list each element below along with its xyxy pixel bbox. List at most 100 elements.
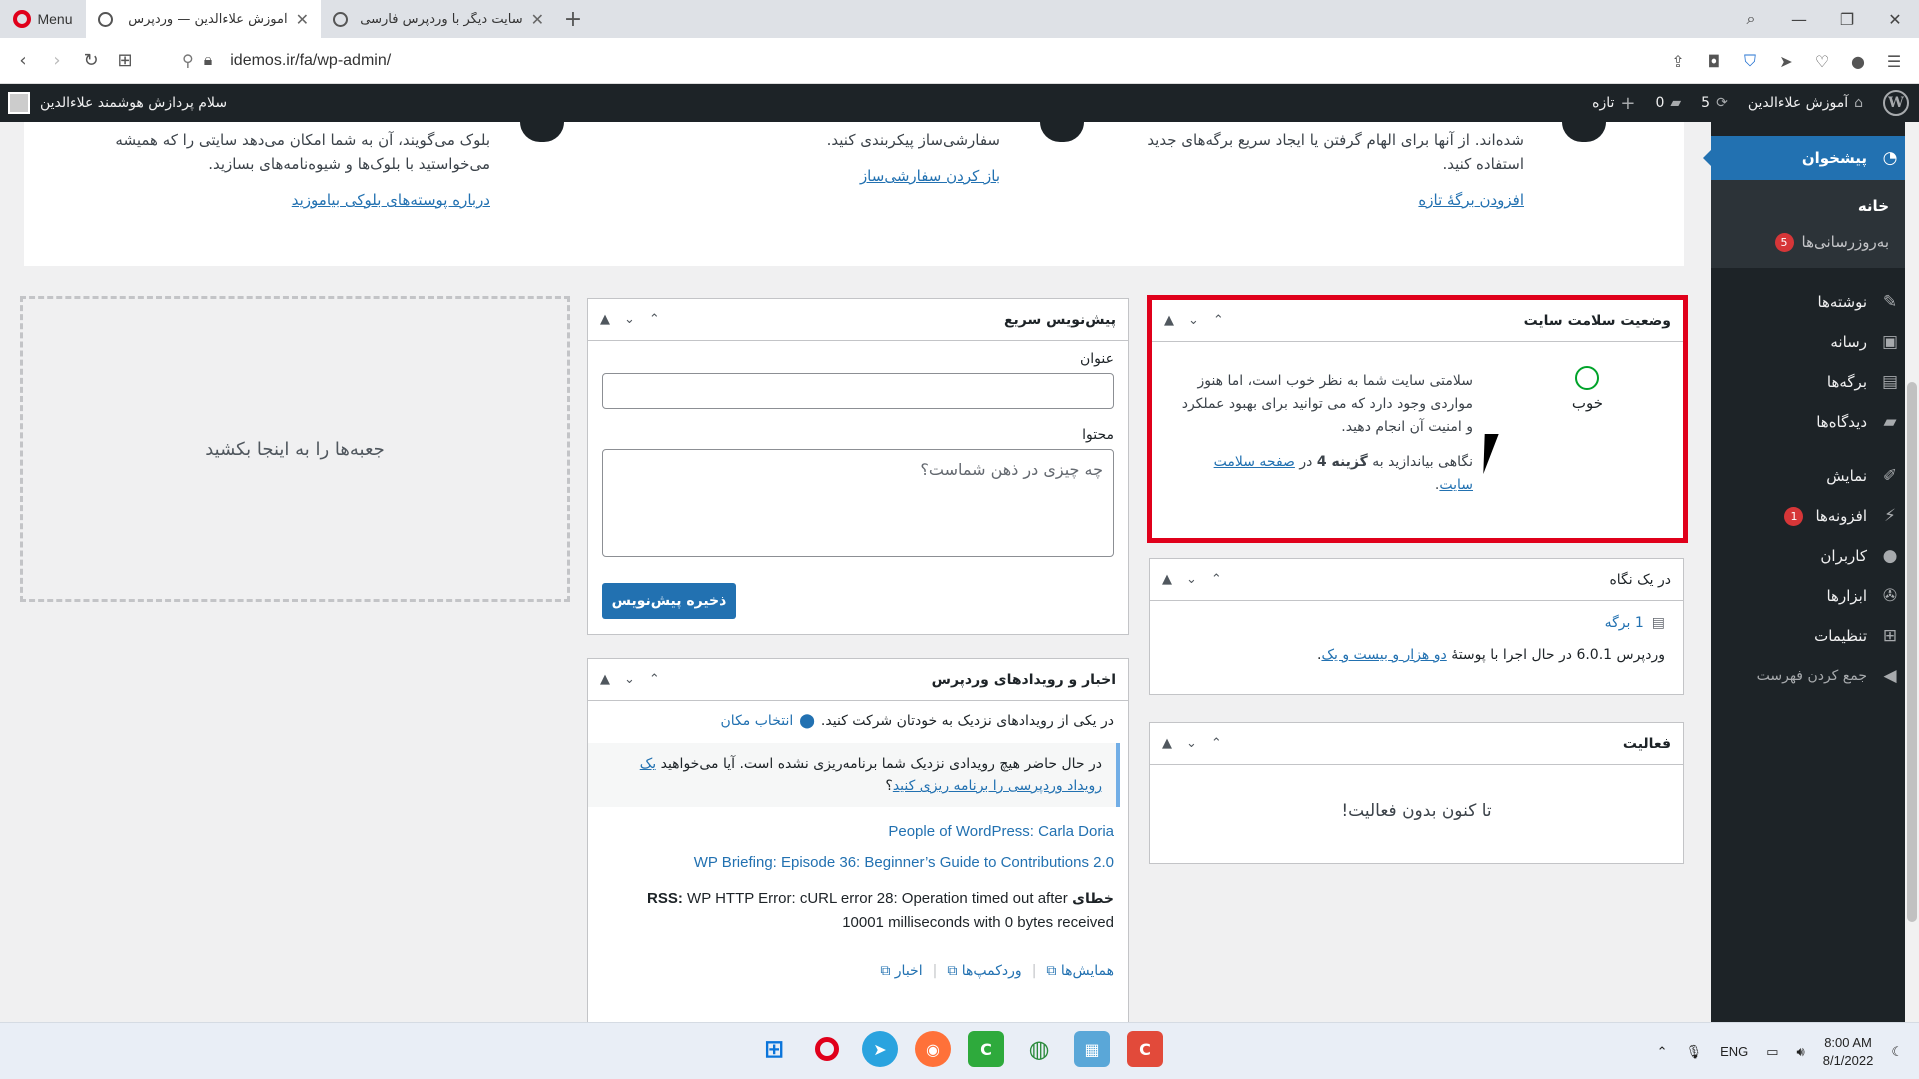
chevron-down-icon[interactable]: ⌄ — [1186, 736, 1197, 751]
site-search-icon[interactable]: ⚲ — [182, 51, 194, 71]
move-up-icon[interactable]: ▲ — [600, 312, 610, 327]
microphone-icon[interactable]: 🎙︎ — [1686, 1044, 1703, 1060]
scrollbar-thumb[interactable] — [1907, 382, 1917, 922]
telegram-icon[interactable]: ➤ — [862, 1031, 898, 1067]
events-news-widget: اخبار و رویدادهای وردپرس ▲ ⌄ ⌃ در یکی از ر… — [587, 658, 1129, 1028]
draft-title-input[interactable] — [602, 373, 1114, 409]
theme-link[interactable]: دو هزار و بیست و یک — [1321, 647, 1446, 663]
select-location-link[interactable]: انتخاب مکان — [721, 713, 794, 729]
vpn-shield-icon[interactable]: ⛉ — [1739, 51, 1761, 71]
close-window-icon[interactable]: ✕ — [1871, 0, 1919, 38]
sidebar-item-settings[interactable]: ⊞ تنظیمات — [1711, 616, 1919, 656]
globe-app-icon[interactable]: ◍ — [1021, 1031, 1057, 1067]
forward-icon[interactable]: › — [40, 44, 74, 78]
chevron-down-icon[interactable]: ⌄ — [624, 672, 635, 687]
plugin-icon: ⚡︎ — [1884, 506, 1896, 526]
wp-logo-menu[interactable]: W — [1873, 84, 1919, 122]
my-account-link[interactable]: سلام پردازش هوشمند علاءالدین — [8, 84, 227, 122]
recorder-icon[interactable]: C — [1127, 1031, 1163, 1067]
share-icon[interactable]: ⇪ — [1667, 52, 1689, 71]
sidebar-item-posts[interactable]: ✎ نوشته‌ها — [1711, 282, 1919, 322]
sidebar-item-comments[interactable]: ▰ دیدگاه‌ها — [1711, 402, 1919, 442]
page-scrollbar[interactable] — [1905, 122, 1919, 1022]
tab-active[interactable]: آموزش علاءالدین — وردپرس ✕ — [86, 0, 321, 38]
reload-icon[interactable]: ↻ — [74, 44, 108, 78]
chevron-down-icon[interactable]: ⌄ — [1186, 572, 1197, 587]
opera-browser-icon[interactable] — [809, 1031, 845, 1067]
new-tab-button[interactable]: + — [556, 0, 590, 38]
heart-icon[interactable]: ♡ — [1811, 52, 1833, 71]
sidebar-item-plugins[interactable]: ⚡︎ افزونه‌ها 1 — [1711, 496, 1919, 536]
chevron-up-icon[interactable]: ⌃ — [649, 312, 660, 327]
control-panel-icon[interactable]: ▦ — [1074, 1031, 1110, 1067]
back-icon[interactable]: ‹ — [6, 44, 40, 78]
submenu-updates[interactable]: به‌روزرسانی‌ها 5 — [1711, 224, 1919, 260]
move-up-icon[interactable]: ▲ — [1162, 572, 1172, 587]
user-icon: ● — [1882, 546, 1898, 566]
minimize-icon[interactable]: — — [1775, 0, 1823, 38]
send-icon[interactable]: ➤ — [1775, 52, 1797, 71]
wordcamps-link[interactable]: وردکمپ‌ها ⧉ — [947, 963, 1021, 979]
collapse-menu-button[interactable]: ◀ جمع کردن فهرست — [1711, 656, 1919, 696]
tab-inactive[interactable]: سایت دیگر با وردپرس فارسی ✕ — [321, 0, 556, 38]
search-tabs-icon[interactable]: ⌕ — [1727, 0, 1775, 38]
profile-icon[interactable]: ● — [1847, 52, 1869, 71]
chevron-up-icon[interactable]: ⌃ — [1211, 736, 1222, 751]
sidebar-item-pages[interactable]: ▤ برگه‌ها — [1711, 362, 1919, 402]
firefox-icon[interactable]: ◉ — [915, 1031, 951, 1067]
camera-icon[interactable]: ◘ — [1703, 52, 1725, 71]
opera-menu-button[interactable]: Menu — [0, 0, 86, 38]
chevron-up-icon[interactable]: ⌃ — [649, 672, 660, 687]
easy-setup-icon[interactable]: ☰ — [1883, 52, 1905, 71]
chevron-up-icon[interactable]: ⌃ — [1213, 313, 1224, 328]
clock[interactable]: 8:00 AM 8/1/2022 — [1823, 1034, 1874, 1070]
news-link[interactable]: اخبار ⧉ — [880, 963, 922, 979]
save-draft-button[interactable]: ذخیره پیش‌نویس — [602, 583, 736, 619]
language-indicator[interactable]: ENG — [1720, 1044, 1748, 1059]
sidebar-item-appearance[interactable]: ✐ نمایش — [1711, 456, 1919, 496]
media-icon: ▣ — [1881, 332, 1899, 352]
plus-icon: + — [1620, 92, 1636, 114]
maximize-icon[interactable]: ❐ — [1823, 0, 1871, 38]
volume-icon[interactable]: 🔊︎ — [1797, 1044, 1805, 1060]
chevron-up-icon[interactable]: ⌃ — [1211, 572, 1222, 587]
url-field[interactable]: idemos.ir/fa/wp-admin/ — [230, 52, 391, 70]
page-icon: ▤ — [1881, 372, 1899, 392]
move-up-icon[interactable]: ▲ — [1164, 313, 1174, 328]
news-item[interactable]: People of WordPress: Carla Doria — [588, 823, 1128, 840]
site-name-link[interactable]: ⌂ آموزش علاءالدین — [1738, 84, 1873, 122]
windows-start-icon[interactable]: ⊞ — [756, 1031, 792, 1067]
sidebar-item-dashboard[interactable]: ◔ پیشخوان — [1703, 136, 1919, 180]
open-customizer-link[interactable]: باز کردن سفارشی‌ساز — [660, 164, 1000, 188]
chevron-down-icon[interactable]: ⌄ — [1188, 313, 1199, 328]
chevron-down-icon[interactable]: ⌄ — [624, 312, 635, 327]
add-new-page-link[interactable]: افزودن برگهٔ تازه — [1134, 188, 1524, 212]
draft-content-textarea[interactable]: چه چیزی در ذهن شماست؟ — [602, 449, 1114, 557]
close-tab-icon[interactable]: ✕ — [531, 10, 544, 29]
notifications-icon[interactable]: ☾ — [1891, 1044, 1903, 1060]
empty-dropzone[interactable]: جعبه‌ها را به اینجا بکشید — [20, 296, 570, 602]
sidebar-item-tools[interactable]: ✇ ابزارها — [1711, 576, 1919, 616]
move-up-icon[interactable]: ▲ — [1162, 736, 1172, 751]
wp-version-text: وردپرس 6.0.1 در حال اجرا با پوستهٔ دو هز… — [1316, 647, 1665, 663]
events-intro: در یکی از رویدادهای نزدیک به خودتان شرکت… — [720, 713, 1114, 729]
sidebar-item-users[interactable]: ● کاربران — [1711, 536, 1919, 576]
move-up-icon[interactable]: ▲ — [600, 672, 610, 687]
block-themes-link[interactable]: درباره پوسته‌های بلوکی بیاموزید — [90, 188, 490, 212]
external-link-icon: ⧉ — [947, 963, 958, 979]
comments-link[interactable]: ▰ 0 — [1645, 84, 1691, 122]
submenu-home[interactable]: خانه — [1711, 188, 1919, 224]
new-content-link[interactable]: + تازه — [1582, 84, 1645, 122]
tray-overflow-icon[interactable]: ⌃ — [1657, 1044, 1668, 1060]
sidebar-item-media[interactable]: ▣ رسانه — [1711, 322, 1919, 362]
widget-title: وضعیت سلامت سایت — [1523, 312, 1671, 329]
display-icon[interactable]: ▭ — [1766, 1044, 1778, 1060]
news-item[interactable]: WP Briefing: Episode 36: Beginner’s Guid… — [588, 854, 1128, 871]
lock-icon: 🔒︎ — [203, 52, 213, 69]
close-tab-icon[interactable]: ✕ — [296, 10, 309, 29]
updates-link[interactable]: ⟳ 5 — [1691, 84, 1738, 122]
camtasia-icon[interactable]: C — [968, 1031, 1004, 1067]
meetups-link[interactable]: همایش‌ها ⧉ — [1046, 963, 1114, 979]
tab-grid-icon[interactable]: ⊞ — [108, 44, 142, 78]
pages-count-link[interactable]: ▤ 1 برگه — [1168, 615, 1665, 631]
